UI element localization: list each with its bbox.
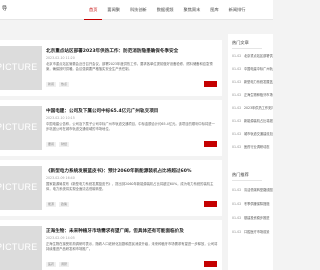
article-tag[interactable]: 要闻: [46, 142, 57, 147]
article-date: 2023-02-09 14:05: [46, 236, 75, 240]
thumbnail-placeholder-text: PICTURE: [0, 242, 38, 252]
article-tag[interactable]: 财经: [59, 142, 70, 147]
hot-article-item[interactable]: 01-02 城市轨道交通建设加速: [232, 130, 273, 143]
top-bar: 导 首页 要闻聚 科技创新 数据视频 聚焦周末 图库 新闻排行: [0, 0, 273, 20]
article-card[interactable]: PICTURE 正海生物：未来种植牙市场需求有望广阔，但具体还有可能面临价及 2…: [0, 220, 222, 270]
item-date: 01-02: [232, 216, 242, 220]
item-title[interactable]: 基建投资稳步推进: [244, 216, 273, 221]
nav-item-video[interactable]: 数据视频: [152, 0, 179, 20]
article-date: 2023-02-10 11:20: [46, 56, 75, 60]
article-tags: 能源 政策: [46, 202, 70, 207]
item-title[interactable]: 清洁低碳转型路线图: [244, 188, 273, 193]
recommended-item[interactable]: 01-02 冬季供暖保障措施: [232, 200, 273, 213]
article-tag[interactable]: 新闻: [46, 82, 57, 87]
article-date: 2023-02-10 10:15: [46, 116, 75, 120]
read-more-button[interactable]: [204, 261, 217, 267]
divider: [232, 48, 262, 49]
article-tags: 要闻 财经: [46, 142, 70, 147]
article-summary: 中国电建公告称，公司及下属子公司中标广州市轨道交通项目，中标金额合计约65.4亿…: [46, 122, 215, 131]
item-date: 01-02: [232, 202, 242, 206]
article-tags: 新闻 热点: [46, 82, 70, 87]
recommended-heading: 热门推荐: [232, 172, 249, 177]
recommended-item[interactable]: 01-02 清洁低碳转型路线图: [232, 186, 273, 199]
article-title[interactable]: 北京重点站区部署2023年供热工作：防范消防隐患确保冬季安全: [46, 48, 218, 54]
item-title[interactable]: 新能源装机占比将超过60%: [244, 119, 273, 124]
thumbnail-placeholder-text: PICTURE: [0, 122, 38, 132]
article-tag[interactable]: 政策: [59, 202, 70, 207]
nav-item-weekend[interactable]: 聚焦周末: [179, 0, 206, 20]
item-date: 01-02: [232, 106, 242, 110]
recommended-item[interactable]: 01-02 基建投资稳步推进: [232, 214, 273, 227]
item-title[interactable]: 北京重点站区部署供热工作: [244, 54, 273, 59]
item-date: 01-02: [232, 93, 242, 97]
read-more-button[interactable]: [204, 201, 217, 207]
hot-article-item[interactable]: 01-02新能源装机占比将超过60%: [232, 117, 273, 130]
hot-article-item[interactable]: 01-02 2023年供热工作安排: [232, 104, 273, 117]
article-tag[interactable]: 医药: [46, 262, 57, 267]
article-card[interactable]: PICTURE 中国电建：公司及下属公司中标65.4亿元广州轨交项目 2023-…: [0, 100, 222, 156]
article-summary: 国家能源局发布《新型电力系统发展蓝皮书》，提出到2060年新能源装机占比将超过6…: [46, 182, 214, 191]
hot-article-item[interactable]: 01-02中国电建中标广州轨交项目: [232, 65, 273, 78]
item-date: 01-02: [232, 67, 242, 71]
article-title[interactable]: 中国电建：公司及下属公司中标65.4亿元广州轨交项目: [46, 108, 218, 114]
hot-article-item[interactable]: 01-02新型电力系统发展蓝皮书: [232, 78, 273, 91]
article-tags: 医药 调研: [46, 262, 70, 267]
main-nav: 首页 要闻聚 科技创新 数据视频 聚焦周末 图库 新闻排行: [84, 0, 250, 20]
article-thumbnail[interactable]: PICTURE: [0, 226, 42, 270]
item-title[interactable]: 医药行业调研动态: [244, 145, 273, 150]
recommended-item[interactable]: 01-02 口腔医疗市场前景: [232, 228, 273, 241]
article-tag[interactable]: 热点: [59, 82, 70, 87]
article-card[interactable]: PICTURE 北京重点站区部署2023年供热工作：防范消防隐患确保冬季安全 2…: [0, 40, 222, 96]
nav-item-news[interactable]: 要闻聚: [102, 0, 125, 20]
article-card[interactable]: PICTURE 《新型电力系统发展蓝皮书》：预计2060年新能源装机占比将超过6…: [0, 160, 222, 216]
item-title[interactable]: 口腔医疗市场前景: [244, 230, 273, 235]
article-title[interactable]: 《新型电力系统发展蓝皮书》：预计2060年新能源装机占比将超过60%: [46, 168, 218, 174]
item-title[interactable]: 2023年供热工作安排: [244, 106, 273, 111]
article-date: 2023-02-09 16:40: [46, 176, 75, 180]
article-tag[interactable]: 能源: [46, 202, 57, 207]
article-summary: 正海生物在接受机构调研时表示，随着人口老龄化加剧和居民消费升级，未来种植牙市场需…: [46, 242, 218, 251]
item-date: 01-02: [232, 80, 242, 84]
hot-articles-heading: 热门文章: [232, 40, 249, 45]
article-thumbnail[interactable]: PICTURE: [0, 106, 42, 150]
item-date: 01-02: [232, 132, 242, 136]
item-date: 01-02: [232, 145, 242, 149]
item-date: 01-02: [232, 230, 242, 234]
item-title[interactable]: 冬季供暖保障措施: [244, 202, 273, 207]
item-date: 01-02: [232, 119, 242, 123]
site-logo[interactable]: 导: [2, 5, 7, 12]
nav-item-gallery[interactable]: 图库: [205, 0, 223, 20]
nav-item-home[interactable]: 首页: [84, 0, 103, 20]
item-title[interactable]: 中国电建中标广州轨交项目: [244, 67, 273, 72]
item-title[interactable]: 正海生物种植牙市场需求: [244, 93, 273, 98]
sidebar: 热门文章 01-02北京重点站区部署供热工作 01-02中国电建中标广州轨交项目…: [228, 34, 273, 270]
divider: [232, 180, 262, 181]
article-thumbnail[interactable]: PICTURE: [0, 166, 42, 210]
item-title[interactable]: 新型电力系统发展蓝皮书: [244, 80, 273, 85]
hot-article-item[interactable]: 01-02正海生物种植牙市场需求: [232, 91, 273, 104]
read-more-button[interactable]: [204, 141, 217, 147]
thumbnail-placeholder-text: PICTURE: [0, 182, 38, 192]
article-thumbnail[interactable]: PICTURE: [0, 46, 42, 90]
article-summary: 北京市重点站区管委会近日召开会议，部署2023年度供热工作。要求各单位提前做好设…: [46, 62, 213, 71]
hot-article-item[interactable]: 01-02 医药行业调研动态: [232, 143, 273, 156]
item-title[interactable]: 城市轨道交通建设加速: [244, 132, 273, 137]
item-date: 01-02: [232, 188, 242, 192]
nav-item-ranking[interactable]: 新闻排行: [224, 0, 251, 20]
article-title[interactable]: 正海生物：未来种植牙市场需求有望广阔，但具体还有可能面临价及: [46, 228, 218, 234]
thumbnail-placeholder-text: PICTURE: [0, 62, 38, 72]
article-tag[interactable]: 调研: [59, 262, 70, 267]
read-more-button[interactable]: [204, 81, 217, 87]
hot-article-item[interactable]: 01-02北京重点站区部署供热工作: [232, 52, 273, 65]
nav-item-tech[interactable]: 科技创新: [125, 0, 152, 20]
item-date: 01-02: [232, 54, 242, 58]
article-list: PICTURE 北京重点站区部署2023年供热工作：防范消防隐患确保冬季安全 2…: [0, 34, 222, 270]
